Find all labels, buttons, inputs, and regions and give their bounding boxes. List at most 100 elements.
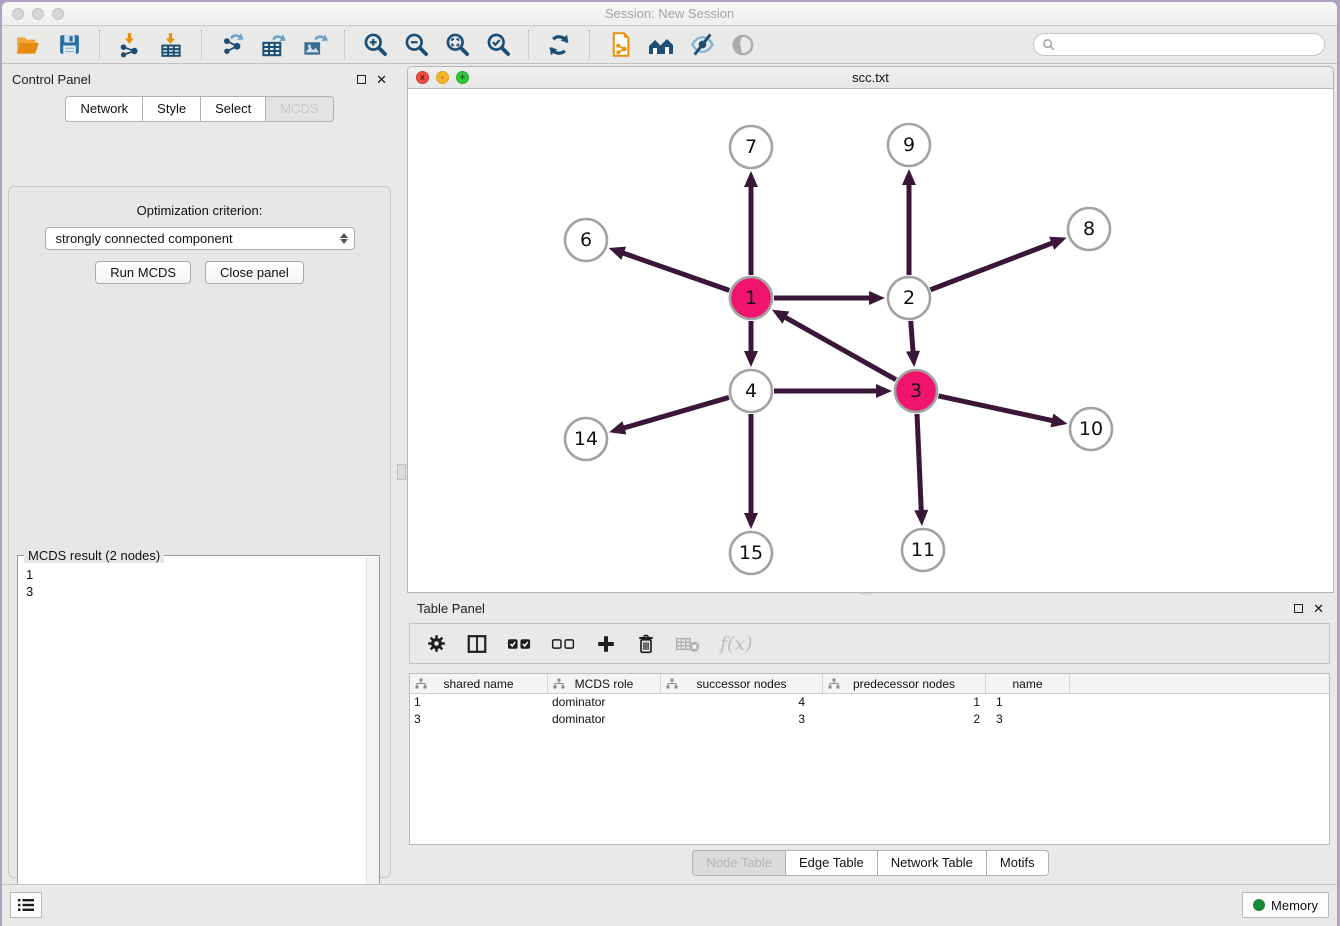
graph-node-label: 15 bbox=[739, 542, 763, 564]
network-title: scc.txt bbox=[408, 70, 1333, 85]
column-header-name[interactable]: name bbox=[986, 674, 1070, 693]
delete-table-button[interactable] bbox=[675, 635, 701, 653]
show-all-button[interactable] bbox=[729, 31, 757, 59]
column-header-predecessor-nodes[interactable]: predecessor nodes bbox=[823, 674, 986, 693]
cell-name[interactable]: 3 bbox=[986, 711, 1070, 728]
run-mcds-button[interactable]: Run MCDS bbox=[95, 261, 191, 284]
graph-edge-2-3[interactable] bbox=[911, 321, 913, 353]
network-graph[interactable]: 1234678910111415 bbox=[408, 89, 1334, 593]
clone-network-button[interactable] bbox=[606, 31, 634, 59]
desktop: Session: New Session bbox=[0, 0, 1340, 926]
mcds-result-line: 1 bbox=[26, 566, 371, 583]
network-close-button[interactable]: x bbox=[416, 71, 429, 84]
cell-successor-nodes[interactable]: 3 bbox=[661, 711, 823, 728]
graph-edge-1-6[interactable] bbox=[622, 253, 729, 291]
vertical-splitter-handle[interactable] bbox=[397, 464, 406, 480]
toggle-column-panel-button[interactable] bbox=[466, 633, 488, 655]
import-network-button[interactable] bbox=[116, 31, 144, 59]
graph-edge-3-10[interactable] bbox=[938, 396, 1053, 421]
graph-edge-arrowhead bbox=[876, 384, 892, 398]
tab-select[interactable]: Select bbox=[201, 96, 266, 122]
control-panel-header: Control Panel ✕ bbox=[2, 66, 397, 92]
first-neighbors-button[interactable] bbox=[647, 31, 675, 59]
toolbar-separator bbox=[589, 30, 590, 60]
export-table-button[interactable] bbox=[259, 31, 287, 59]
table-row[interactable]: 3 dominator 3 2 3 bbox=[410, 711, 1329, 728]
cell-shared-name[interactable]: 3 bbox=[410, 711, 548, 728]
tab-motifs[interactable]: Motifs bbox=[987, 850, 1049, 876]
column-header-mcds-role[interactable]: MCDS role bbox=[548, 674, 661, 693]
toolbar-separator bbox=[528, 30, 529, 60]
zoom-in-button[interactable] bbox=[361, 31, 389, 59]
tab-style[interactable]: Style bbox=[143, 96, 201, 122]
search-field[interactable] bbox=[1033, 33, 1325, 56]
zoom-fit-button[interactable] bbox=[443, 31, 471, 59]
network-maximize-button[interactable]: + bbox=[456, 71, 469, 84]
cell-predecessor-nodes[interactable]: 1 bbox=[823, 694, 986, 711]
open-file-button[interactable] bbox=[14, 31, 42, 59]
search-input[interactable] bbox=[1060, 38, 1316, 52]
table-settings-button[interactable] bbox=[426, 633, 447, 654]
zoom-out-button[interactable] bbox=[402, 31, 430, 59]
refresh-button[interactable] bbox=[545, 31, 573, 59]
memory-button[interactable]: Memory bbox=[1242, 892, 1329, 918]
column-header-successor-nodes[interactable]: successor nodes bbox=[661, 674, 823, 693]
network-minimize-button[interactable]: - bbox=[436, 71, 449, 84]
tab-network-table[interactable]: Network Table bbox=[878, 850, 987, 876]
trash-icon bbox=[636, 633, 656, 655]
cell-mcds-role[interactable]: dominator bbox=[548, 694, 661, 711]
export-network-button[interactable] bbox=[218, 31, 246, 59]
hide-selected-button[interactable] bbox=[688, 31, 716, 59]
cell-shared-name[interactable]: 1 bbox=[410, 694, 548, 711]
tab-node-table[interactable]: Node Table bbox=[692, 850, 786, 876]
select-all-icon bbox=[507, 636, 532, 652]
gear-icon bbox=[426, 633, 447, 654]
create-column-button[interactable] bbox=[595, 633, 617, 655]
float-table-panel-icon[interactable] bbox=[1294, 604, 1303, 613]
tab-edge-table[interactable]: Edge Table bbox=[786, 850, 878, 876]
panel-menu-button[interactable] bbox=[10, 892, 42, 918]
cell-successor-nodes[interactable]: 4 bbox=[661, 694, 823, 711]
graph-edge-arrowhead bbox=[1049, 237, 1066, 250]
first-neighbors-icon bbox=[647, 32, 675, 58]
function-builder-button[interactable]: f(x) bbox=[720, 633, 753, 655]
import-table-button[interactable] bbox=[157, 31, 185, 59]
optimization-criterion-select[interactable]: strongly connected component bbox=[45, 227, 355, 250]
graph-edge-4-14[interactable] bbox=[622, 397, 728, 428]
close-panel-icon[interactable]: ✕ bbox=[376, 73, 387, 86]
table-panel-title: Table Panel bbox=[417, 601, 485, 616]
list-icon bbox=[17, 897, 35, 913]
table-row[interactable]: 1 dominator 4 1 1 bbox=[410, 694, 1329, 711]
graph-node-label: 9 bbox=[903, 134, 915, 156]
column-header-shared-name[interactable]: shared name bbox=[410, 674, 548, 693]
graph-edge-3-1[interactable] bbox=[784, 317, 896, 380]
table-panel-header: Table Panel ✕ bbox=[407, 595, 1334, 621]
float-panel-icon[interactable] bbox=[357, 75, 366, 84]
mcds-result-title: MCDS result (2 nodes) bbox=[24, 548, 164, 563]
close-panel-button[interactable]: Close panel bbox=[205, 261, 304, 284]
import-network-icon bbox=[117, 32, 143, 58]
graph-edge-arrowhead bbox=[744, 171, 758, 187]
export-image-button[interactable] bbox=[300, 31, 328, 59]
graph-node-label: 7 bbox=[745, 136, 757, 158]
close-table-panel-icon[interactable]: ✕ bbox=[1313, 602, 1324, 615]
hierarchy-icon bbox=[666, 678, 678, 690]
toolbar-separator bbox=[99, 30, 100, 60]
save-session-button[interactable] bbox=[55, 31, 83, 59]
mcds-result-box: MCDS result (2 nodes) 1 3 bbox=[17, 555, 380, 926]
select-all-button[interactable] bbox=[507, 636, 532, 652]
hierarchy-icon bbox=[828, 678, 840, 690]
deselect-all-button[interactable] bbox=[551, 636, 576, 652]
cell-name[interactable]: 1 bbox=[986, 694, 1070, 711]
cell-mcds-role[interactable]: dominator bbox=[548, 711, 661, 728]
network-view-window: x - + scc.txt 1234678910111415 bbox=[407, 66, 1334, 593]
tab-network[interactable]: Network bbox=[65, 96, 143, 122]
cell-predecessor-nodes[interactable]: 2 bbox=[823, 711, 986, 728]
tab-mcds[interactable]: MCDS bbox=[266, 96, 333, 122]
result-scrollbar[interactable] bbox=[366, 557, 379, 926]
clone-network-icon bbox=[607, 31, 634, 58]
graph-edge-3-11[interactable] bbox=[917, 414, 921, 512]
delete-column-button[interactable] bbox=[636, 633, 656, 655]
zoom-selected-button[interactable] bbox=[484, 31, 512, 59]
graph-edge-2-8[interactable] bbox=[930, 243, 1053, 290]
